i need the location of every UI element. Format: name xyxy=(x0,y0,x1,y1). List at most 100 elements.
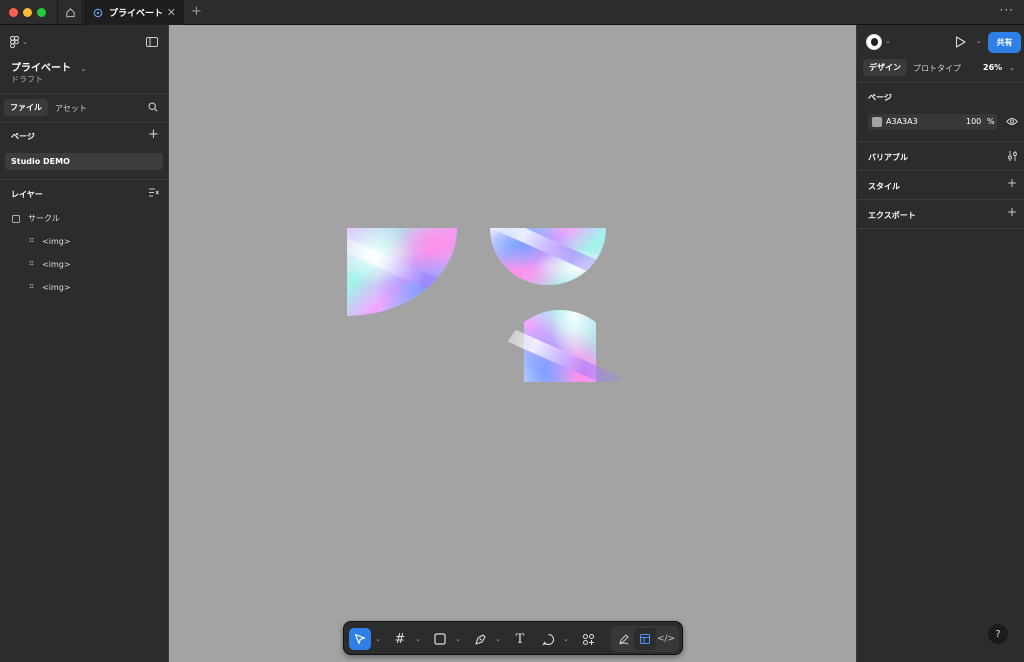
search-button[interactable] xyxy=(148,102,158,115)
visibility-toggle[interactable] xyxy=(1006,117,1018,129)
tab-file[interactable]: ファイル xyxy=(4,99,48,116)
hash-frame-icon: ⌗ xyxy=(29,259,35,269)
design-canvas[interactable] xyxy=(169,25,856,662)
layer-item[interactable]: ⌗ <img> xyxy=(29,236,71,246)
layers-title: レイヤー xyxy=(11,190,43,199)
background-color-field[interactable]: A3A3A3 100 % xyxy=(868,114,997,130)
mode-switcher: </> xyxy=(611,626,679,652)
components-grid-icon xyxy=(582,633,594,645)
divider xyxy=(0,122,169,123)
more-icon[interactable]: ··· xyxy=(1000,3,1014,17)
file-name[interactable]: プライベート ⌄ xyxy=(11,59,86,74)
title-bar: プライベート ✕ + ··· xyxy=(0,0,1024,25)
cursor-icon xyxy=(354,633,366,645)
divider xyxy=(0,93,169,94)
sort-list-icon xyxy=(149,188,159,197)
opacity-unit: % xyxy=(987,117,995,126)
file-name-label: プライベート xyxy=(11,63,71,74)
zoom-window-button[interactable] xyxy=(37,8,46,17)
minimize-window-button[interactable] xyxy=(23,8,32,17)
sliders-icon xyxy=(1008,151,1017,161)
close-window-button[interactable] xyxy=(9,8,18,17)
variables-title: バリアブル xyxy=(868,153,908,162)
zoom-value: 26% xyxy=(983,63,1003,72)
eye-icon xyxy=(1006,118,1018,125)
add-export-button[interactable]: + xyxy=(1007,205,1017,219)
design-layout-icon xyxy=(640,634,650,644)
present-button[interactable] xyxy=(955,36,966,51)
chevron-down-icon[interactable]: ⌄ xyxy=(976,37,982,45)
image-half-circle-top[interactable] xyxy=(501,310,619,382)
zoom-level[interactable]: 26% ⌄ xyxy=(983,63,1015,72)
divider xyxy=(857,228,1024,229)
tab-design[interactable]: デザイン xyxy=(863,59,907,76)
layer-label: <img> xyxy=(42,259,71,269)
chevron-down-icon[interactable]: ⌄ xyxy=(455,635,461,643)
add-page-button[interactable]: + xyxy=(148,127,159,142)
background-hex[interactable]: A3A3A3 xyxy=(886,117,918,126)
move-tool-button[interactable] xyxy=(349,628,371,650)
add-style-button[interactable]: + xyxy=(1007,176,1017,190)
layer-options-button[interactable] xyxy=(149,188,159,200)
sidebar-icon xyxy=(146,37,158,47)
page-item-studio-demo[interactable]: Studio DEMO xyxy=(5,153,163,170)
chevron-down-icon: ⌄ xyxy=(1008,64,1015,72)
dev-mode-button[interactable]: </> xyxy=(655,628,677,650)
avatar xyxy=(866,34,882,50)
image-quarter-circle[interactable] xyxy=(347,228,457,316)
shape-tool-button[interactable] xyxy=(429,628,451,650)
layer-label: <img> xyxy=(42,236,71,246)
divider xyxy=(857,141,1024,142)
divider xyxy=(857,199,1024,200)
chevron-down-icon[interactable]: ⌄ xyxy=(495,635,501,643)
help-button[interactable]: ? xyxy=(988,624,1008,644)
hash-frame-icon: ⌗ xyxy=(29,236,35,246)
layer-item[interactable]: サークル xyxy=(12,213,60,224)
frame-tool-button[interactable]: # xyxy=(389,628,411,650)
layer-item[interactable]: ⌗ <img> xyxy=(29,282,71,292)
page-section-title: ページ xyxy=(868,93,892,102)
panel-toggle-button[interactable] xyxy=(146,37,158,50)
user-menu[interactable]: ⌄ xyxy=(857,25,897,59)
comment-tool-button[interactable] xyxy=(537,628,559,650)
new-tab-button[interactable]: + xyxy=(191,4,202,19)
chevron-down-icon[interactable]: ⌄ xyxy=(563,635,569,643)
chevron-down-icon[interactable]: ⌄ xyxy=(415,635,421,643)
layer-item[interactable]: ⌗ <img> xyxy=(29,259,71,269)
file-tab[interactable]: プライベート ✕ xyxy=(84,0,184,25)
divider xyxy=(857,170,1024,171)
figma-logo-icon xyxy=(10,36,19,48)
divider xyxy=(857,82,1024,83)
chevron-down-icon[interactable]: ⌄ xyxy=(375,635,381,643)
styles-title: スタイル xyxy=(868,182,900,191)
color-swatch[interactable] xyxy=(872,117,882,127)
background-opacity[interactable]: 100 xyxy=(966,117,981,126)
hash-frame-icon: ⌗ xyxy=(29,282,35,292)
design-mode-button[interactable] xyxy=(634,628,656,650)
text-t-icon: T xyxy=(515,631,525,647)
home-button[interactable] xyxy=(57,0,83,25)
share-button[interactable]: 共有 xyxy=(988,32,1021,53)
text-tool-button[interactable]: T xyxy=(509,628,531,650)
tab-prototype[interactable]: プロトタイプ xyxy=(913,63,961,74)
pen-nib-icon xyxy=(474,633,486,645)
file-status: ドラフト xyxy=(11,75,43,84)
code-brackets-icon: </> xyxy=(656,634,676,644)
layer-label: <img> xyxy=(42,282,71,292)
pen-tool-button[interactable] xyxy=(469,628,491,650)
play-icon xyxy=(955,36,966,48)
draw-mode-button[interactable] xyxy=(613,628,635,650)
chevron-down-icon: ⌄ xyxy=(22,38,28,46)
tab-assets[interactable]: アセット xyxy=(55,103,87,114)
variables-button[interactable] xyxy=(1007,151,1018,164)
close-icon[interactable]: ✕ xyxy=(167,6,176,19)
figma-menu-button[interactable]: ⌄ xyxy=(10,36,28,48)
chevron-down-icon: ⌄ xyxy=(885,37,891,45)
home-icon xyxy=(65,8,75,18)
search-icon xyxy=(148,102,158,112)
right-panel: ⌄ ⌄ 共有 デザイン プロトタイプ 26% ⌄ ページ A3A3A3 100 … xyxy=(856,25,1024,662)
actions-tool-button[interactable] xyxy=(577,628,599,650)
image-half-circle-bottom[interactable] xyxy=(490,228,606,285)
draw-pencil-icon xyxy=(619,634,629,645)
pen-icon xyxy=(93,8,103,17)
